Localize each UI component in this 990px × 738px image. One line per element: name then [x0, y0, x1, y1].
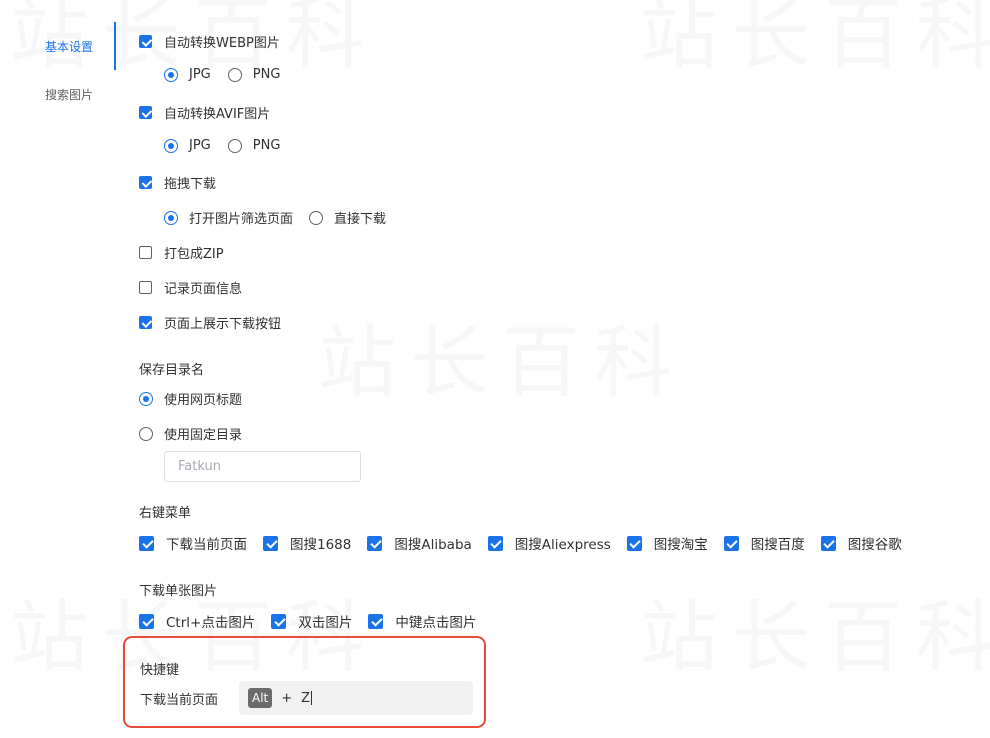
single-download-title: 下载单张图片 — [139, 584, 218, 599]
save-dir-fixed-label: 使用固定目录 — [164, 428, 243, 443]
drag-download-label: 拖拽下载 — [164, 177, 217, 192]
shortcut-key-input[interactable]: Alt + Z — [239, 681, 473, 715]
sidebar-item-search-images[interactable]: 搜索图片 — [0, 70, 116, 118]
single-download-options: Ctrl+点击图片 双击图片 中键点击图片 — [139, 611, 476, 631]
show-download-button-label: 页面上展示下载按钮 — [164, 317, 282, 332]
ctx-search-alibaba-label: 图搜Alibaba — [394, 537, 472, 553]
drag-mode-direct-radio[interactable] — [309, 210, 324, 225]
zip-row: 打包成ZIP — [139, 243, 224, 262]
ctrl-click-option[interactable]: Ctrl+点击图片 — [139, 611, 255, 631]
ctx-search-google-checkbox[interactable] — [820, 535, 836, 551]
save-dir-fixed-option[interactable]: 使用固定目录 — [139, 424, 242, 443]
ctx-search-baidu-label: 图搜百度 — [750, 537, 805, 553]
middle-click-checkbox[interactable] — [368, 613, 384, 629]
ctx-search-aliexpress-option[interactable]: 图搜Aliexpress — [487, 533, 611, 553]
middle-click-option[interactable]: 中键点击图片 — [368, 611, 476, 631]
text-cursor — [311, 691, 313, 705]
settings-page: 站长百科 站长百科 站长百科 站长百科 站长百科 基本设置 搜索图片 自动转换W… — [0, 0, 990, 738]
avif-format-jpg-radio[interactable] — [164, 138, 178, 153]
context-menu-title: 右键菜单 — [139, 506, 192, 521]
drag-mode-filter-option[interactable]: 打开图片筛选页面 — [164, 208, 293, 227]
ctx-download-page-option[interactable]: 下载当前页面 — [139, 533, 247, 553]
webp-convert-label: 自动转换WEBP图片 — [164, 36, 280, 51]
ctx-search-alibaba-checkbox[interactable] — [367, 535, 383, 551]
double-click-option[interactable]: 双击图片 — [271, 611, 352, 631]
webp-format-png-label: PNG — [252, 67, 281, 82]
double-click-checkbox[interactable] — [271, 613, 287, 629]
drag-mode-direct-label: 直接下载 — [334, 212, 387, 227]
ctx-search-1688-label: 图搜1688 — [290, 537, 352, 553]
zip-label: 打包成ZIP — [164, 247, 224, 262]
zip-checkbox[interactable] — [139, 246, 152, 259]
avif-format-jpg-label: JPG — [189, 138, 211, 153]
sidebar-item-label: 搜索图片 — [44, 88, 93, 102]
webp-format-jpg-option[interactable]: JPG — [164, 67, 211, 82]
drag-mode-direct-option[interactable]: 直接下载 — [309, 208, 386, 227]
watermark: 站长百科 — [640, 593, 990, 683]
avif-format-png-label: PNG — [252, 138, 281, 153]
shortcut-download-page-label: 下载当前页面 — [140, 693, 219, 708]
watermark: 站长百科 — [640, 0, 990, 80]
ctx-search-google-option[interactable]: 图搜谷歌 — [820, 533, 902, 553]
ctx-search-aliexpress-checkbox[interactable] — [487, 535, 503, 551]
ctx-search-aliexpress-label: 图搜Aliexpress — [514, 537, 611, 553]
shortcut-key-value: Z — [301, 690, 311, 706]
avif-convert-row: 自动转换AVIF图片 — [139, 103, 270, 122]
shortcut-title: 快捷键 — [140, 663, 180, 678]
drag-download-row: 拖拽下载 — [139, 173, 216, 192]
drag-mode-filter-label: 打开图片筛选页面 — [189, 212, 294, 227]
webp-convert-checkbox[interactable] — [139, 35, 152, 48]
webp-format-jpg-label: JPG — [189, 67, 211, 82]
ctx-search-taobao-checkbox[interactable] — [626, 535, 642, 551]
context-menu-options: 下载当前页面 图搜1688 图搜Alibaba 图搜Aliexpress 图搜淘… — [139, 533, 902, 553]
ctx-download-page-checkbox[interactable] — [139, 535, 154, 551]
ctx-search-baidu-option[interactable]: 图搜百度 — [723, 533, 805, 553]
ctrl-click-label: Ctrl+点击图片 — [166, 615, 256, 631]
avif-convert-checkbox[interactable] — [139, 106, 152, 119]
fixed-dir-input[interactable] — [164, 451, 361, 482]
ctx-search-taobao-option[interactable]: 图搜淘宝 — [626, 533, 708, 553]
save-dir-page-title-radio[interactable] — [139, 391, 153, 406]
save-dir-title-option[interactable]: 使用网页标题 — [139, 389, 242, 408]
webp-format-png-option[interactable]: PNG — [227, 67, 281, 82]
settings-sidebar: 基本设置 搜索图片 — [0, 22, 116, 118]
record-page-info-row: 记录页面信息 — [139, 278, 242, 297]
avif-format-row: JPG PNG — [164, 138, 280, 153]
show-download-button-row: 页面上展示下载按钮 — [139, 313, 281, 332]
drag-download-checkbox[interactable] — [139, 176, 152, 189]
double-click-label: 双击图片 — [298, 615, 353, 631]
avif-format-png-radio[interactable] — [227, 138, 242, 153]
plus-sign: + — [281, 690, 293, 706]
watermark: 站长百科 — [318, 318, 687, 408]
ctx-search-taobao-label: 图搜淘宝 — [653, 537, 708, 553]
sidebar-item-basic-settings[interactable]: 基本设置 — [0, 22, 116, 70]
avif-format-jpg-option[interactable]: JPG — [164, 138, 211, 153]
save-dir-page-title-label: 使用网页标题 — [164, 393, 243, 408]
avif-format-png-option[interactable]: PNG — [227, 138, 281, 153]
record-page-info-checkbox[interactable] — [139, 281, 152, 294]
webp-format-png-radio[interactable] — [227, 67, 242, 82]
webp-format-row: JPG PNG — [164, 67, 280, 82]
ctx-search-1688-checkbox[interactable] — [263, 535, 278, 551]
ctrl-click-checkbox[interactable] — [139, 613, 154, 629]
drag-mode-filter-radio[interactable] — [164, 210, 178, 225]
middle-click-label: 中键点击图片 — [395, 615, 477, 631]
record-page-info-label: 记录页面信息 — [164, 282, 243, 297]
ctx-download-page-label: 下载当前页面 — [166, 537, 247, 553]
show-download-button-checkbox[interactable] — [139, 316, 152, 329]
save-dir-fixed-radio[interactable] — [139, 426, 153, 441]
ctx-search-google-label: 图搜谷歌 — [847, 537, 902, 553]
ctx-search-alibaba-option[interactable]: 图搜Alibaba — [367, 533, 472, 553]
sidebar-item-label: 基本设置 — [44, 40, 93, 54]
ctx-search-1688-option[interactable]: 图搜1688 — [263, 533, 351, 553]
webp-convert-row: 自动转换WEBP图片 — [139, 32, 280, 51]
save-dir-title: 保存目录名 — [139, 363, 205, 378]
alt-key-badge: Alt — [248, 688, 273, 708]
webp-format-jpg-radio[interactable] — [164, 67, 178, 82]
drag-mode-row: 打开图片筛选页面 直接下载 — [164, 208, 386, 227]
ctx-search-baidu-checkbox[interactable] — [723, 535, 739, 551]
avif-convert-label: 自动转换AVIF图片 — [164, 107, 271, 122]
